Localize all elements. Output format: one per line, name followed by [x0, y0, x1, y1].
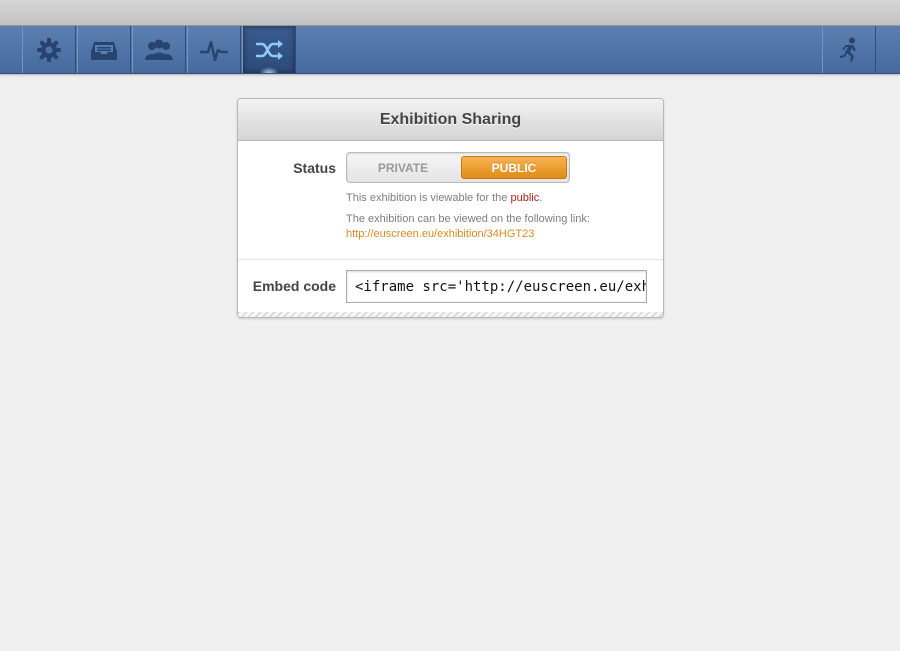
exhibition-sharing-panel: Exhibition Sharing Status PRIVATE PUBLIC… [237, 98, 664, 318]
panel-title: Exhibition Sharing [238, 99, 663, 141]
toolbar-sharing-button[interactable] [242, 26, 296, 73]
toolbar-settings-button[interactable] [22, 26, 76, 73]
running-man-icon [837, 37, 861, 63]
status-label: Status [293, 160, 336, 176]
section-divider [238, 259, 663, 260]
toolbar-users-button[interactable] [132, 26, 186, 73]
visibility-audience: public [510, 192, 540, 204]
gear-icon [35, 36, 63, 64]
exhibition-link[interactable]: http://euscreen.eu/exhibition/34HGT23 [346, 228, 534, 240]
visibility-note-prefix: This exhibition is viewable for the [346, 192, 511, 204]
toolbar-inbox-button[interactable] [77, 26, 131, 73]
visibility-note-suffix: . [539, 192, 543, 204]
visibility-toggle: PRIVATE PUBLIC [346, 152, 570, 183]
panel-bottom-hatch [238, 312, 663, 317]
visibility-note: This exhibition is viewable for the publ… [346, 192, 542, 204]
embed-code-label: Embed code [252, 278, 336, 294]
active-indicator [259, 67, 279, 73]
shuffle-icon [254, 38, 284, 62]
inbox-tray-icon [90, 38, 118, 62]
link-caption: The exhibition can be viewed on the foll… [346, 213, 590, 225]
pulse-icon [199, 38, 229, 62]
main-toolbar [0, 26, 900, 74]
embed-code-field[interactable]: <iframe src='http://euscreen.eu/exhibiti… [346, 270, 647, 303]
window-top-bar [0, 0, 900, 26]
toolbar-logout-button[interactable] [822, 26, 876, 73]
toolbar-activity-button[interactable] [187, 26, 241, 73]
users-icon [143, 38, 175, 62]
private-option[interactable]: PRIVATE [350, 156, 456, 179]
public-option[interactable]: PUBLIC [461, 156, 567, 179]
